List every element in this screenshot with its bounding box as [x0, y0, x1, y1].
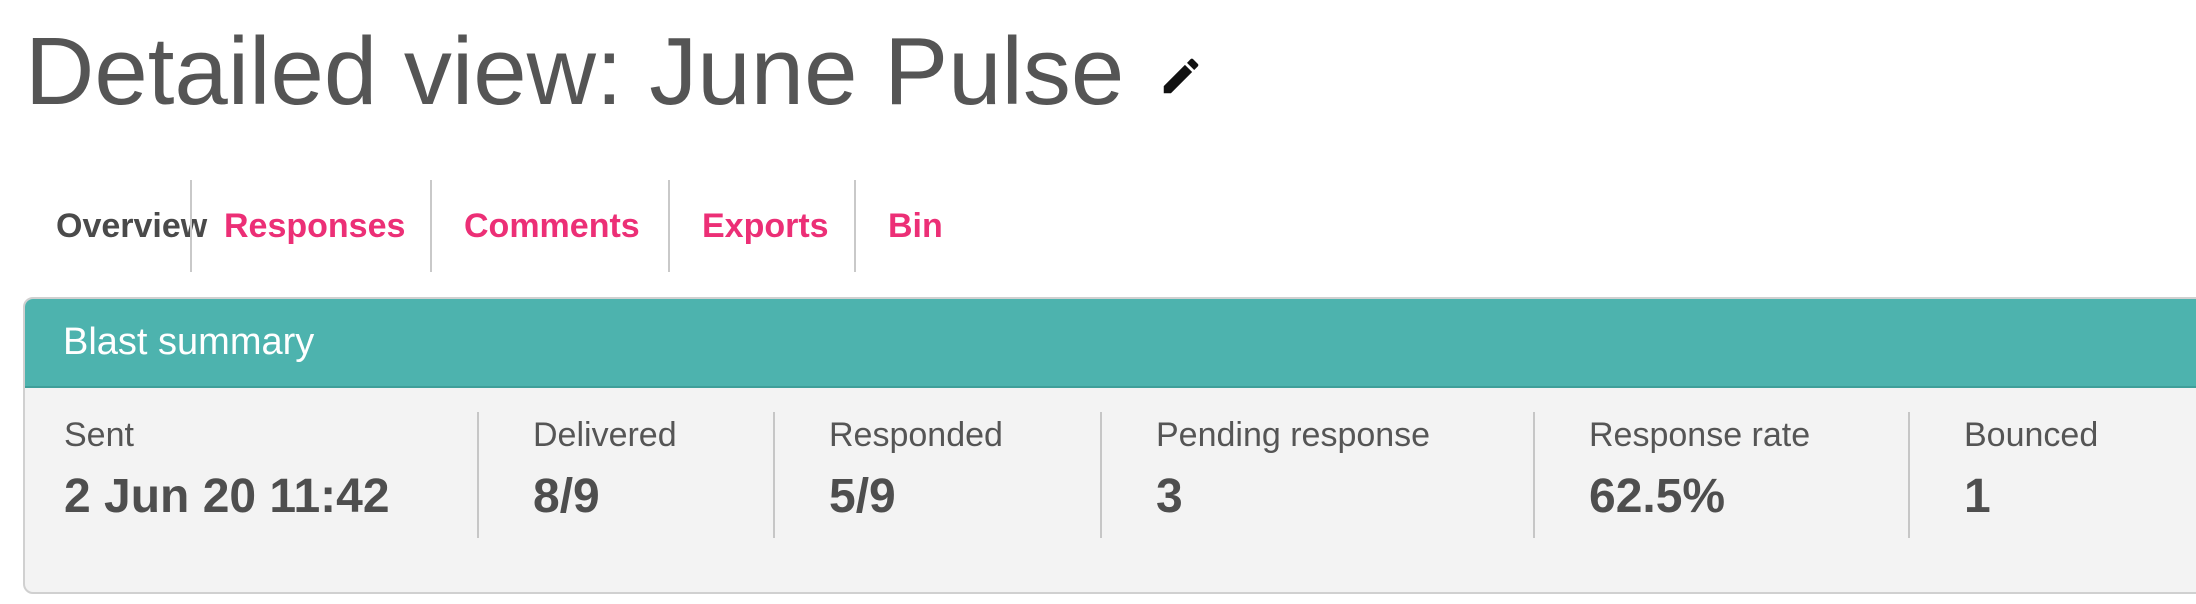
stat-pending-response: Pending response 3: [1100, 412, 1533, 538]
tab-responses[interactable]: Responses: [190, 180, 430, 272]
blast-summary-panel: Blast summary Sent 2 Jun 20 11:42 Delive…: [23, 297, 2196, 594]
tab-exports[interactable]: Exports: [668, 180, 854, 272]
stat-label: Responded: [829, 416, 1003, 454]
stat-bounced: Bounced 1: [1908, 412, 2196, 538]
stat-delivered: Delivered 8/9: [477, 412, 773, 538]
page-title: Detailed view: June Pulse: [25, 18, 1125, 125]
stat-label: Bounced: [1964, 416, 2099, 454]
stat-sent: Sent 2 Jun 20 11:42: [25, 412, 477, 538]
stat-value: 8/9: [533, 470, 600, 523]
stat-label: Delivered: [533, 416, 677, 454]
detail-tabs: Overview Responses Comments Exports Bin: [24, 180, 964, 272]
tab-comments[interactable]: Comments: [430, 180, 668, 272]
stat-label: Pending response: [1156, 416, 1431, 454]
stat-label: Response rate: [1589, 416, 1811, 454]
title-row: Detailed view: June Pulse: [25, 12, 1204, 132]
stat-response-rate: Response rate 62.5%: [1533, 412, 1908, 538]
stat-value: 3: [1156, 470, 1183, 523]
detail-page: Detailed view: June Pulse Overview Respo…: [0, 0, 2196, 604]
panel-title: Blast summary: [25, 299, 2196, 388]
stat-value: 62.5%: [1589, 470, 1726, 523]
tab-overview[interactable]: Overview: [24, 180, 207, 272]
stat-label: Sent: [64, 416, 134, 454]
pencil-icon[interactable]: [1158, 53, 1204, 99]
summary-stats: Sent 2 Jun 20 11:42 Delivered 8/9 Respon…: [25, 388, 2196, 538]
tab-bin[interactable]: Bin: [854, 180, 964, 272]
stat-value: 1: [1964, 470, 1991, 523]
stat-responded: Responded 5/9: [773, 412, 1100, 538]
stat-value: 5/9: [829, 470, 896, 523]
stat-value: 2 Jun 20 11:42: [64, 470, 390, 523]
